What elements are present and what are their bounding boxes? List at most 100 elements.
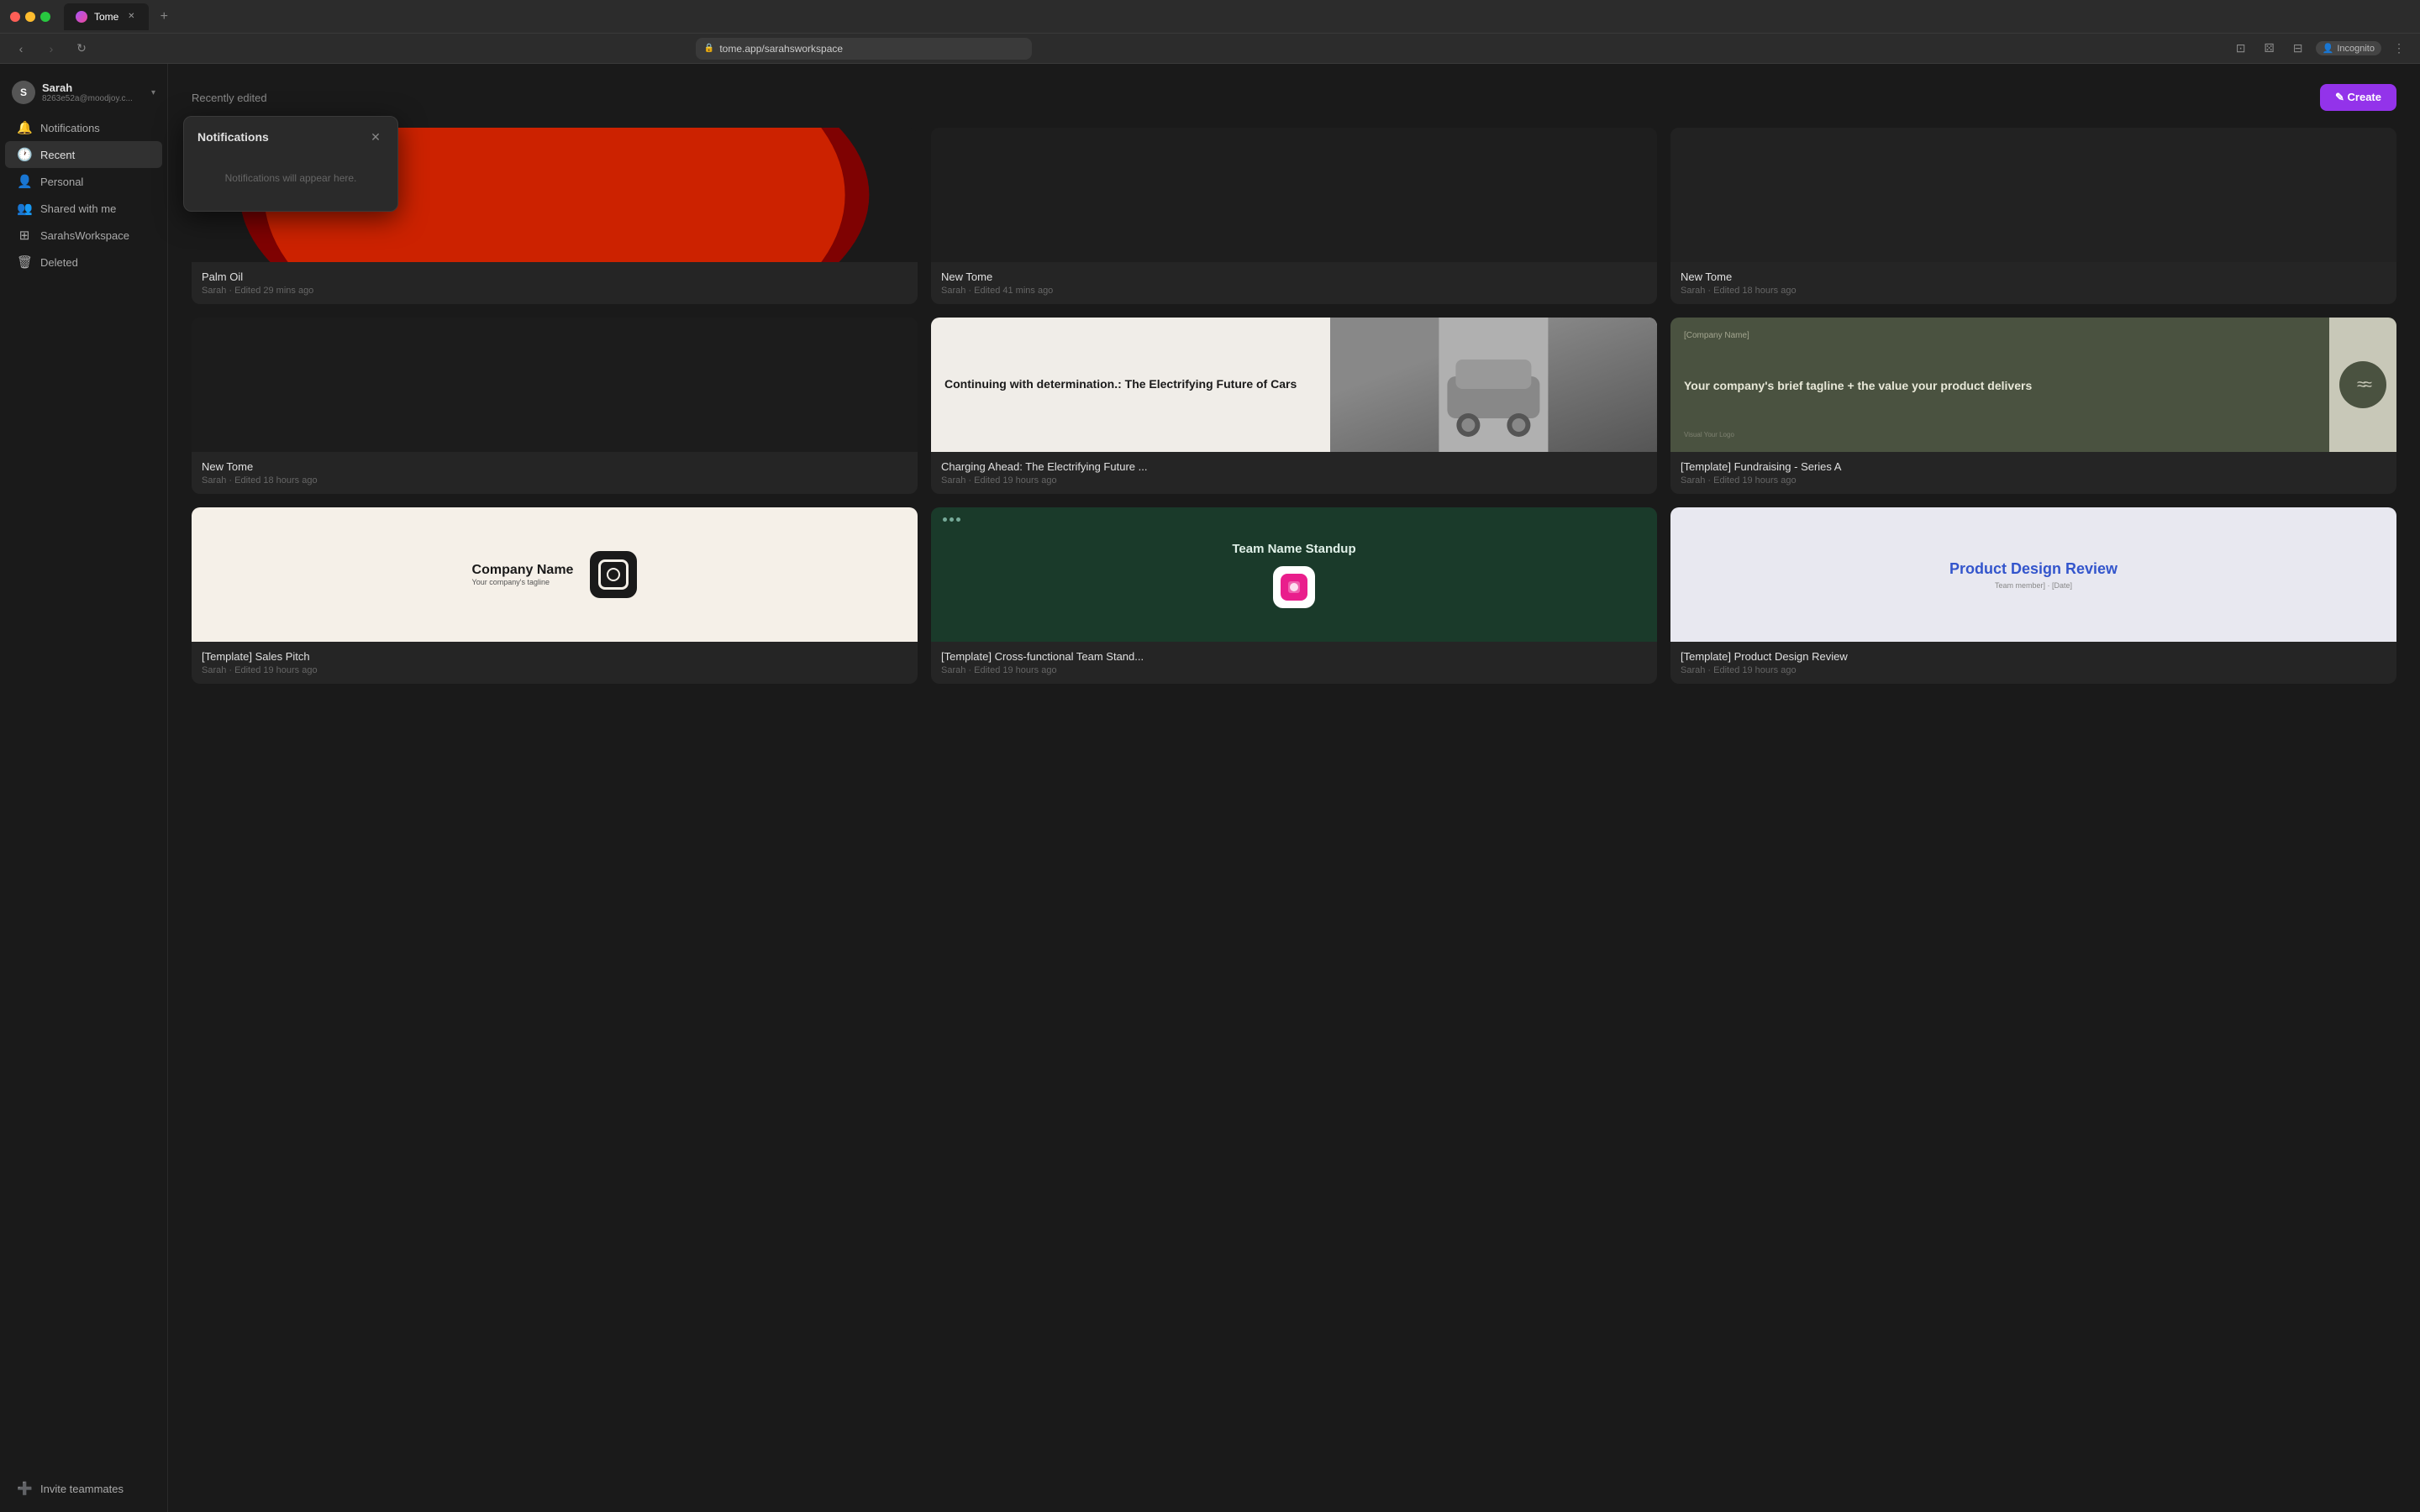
browser-chrome: Tome ✕ +	[0, 0, 2420, 34]
charging-image	[1330, 318, 1657, 452]
sidebar-item-invite[interactable]: ➕ Invite teammates	[5, 1475, 162, 1502]
profile-icon: 👤	[2323, 43, 2334, 54]
card-design-review[interactable]: Product Design Review Team member] · [Da…	[1670, 507, 2396, 684]
cast-icon[interactable]: ⊡	[2230, 38, 2252, 60]
sidebar-item-label: Notifications	[40, 122, 100, 134]
address-text: tome.app/sarahsworkspace	[719, 43, 843, 55]
card-meta: [Template] Product Design Review Sarah ·…	[1670, 642, 2396, 684]
card-meta: Palm Oil Sarah · Edited 29 mins ago	[192, 262, 918, 304]
clock-icon: 🕐	[17, 147, 32, 162]
address-bar[interactable]: 🔒 tome.app/sarahsworkspace	[696, 38, 1032, 60]
tab-favicon	[76, 11, 87, 23]
tab-bar: Tome ✕ +	[64, 3, 2410, 30]
notifications-popup: Notifications ✕ Notifications will appea…	[183, 116, 398, 212]
trash-icon: 🗑	[17, 255, 32, 270]
sales-logo-box	[590, 551, 637, 598]
back-button[interactable]: ‹	[10, 38, 32, 60]
card-fundraising[interactable]: [Company Name] Your company's brief tagl…	[1670, 318, 2396, 494]
design-review-content: Product Design Review Team member] · [Da…	[1949, 560, 2118, 590]
close-button[interactable]	[10, 12, 20, 22]
card-new-tome-1[interactable]: New Tome Sarah · Edited 41 mins ago	[931, 128, 1657, 304]
sidebar-bottom: ➕ Invite teammates	[0, 1475, 167, 1502]
sales-logo-inner	[598, 559, 629, 590]
tab-title: Tome	[94, 11, 118, 23]
card-meta: [Template] Cross-functional Team Stand..…	[931, 642, 1657, 684]
card-meta: New Tome Sarah · Edited 18 hours ago	[192, 452, 918, 494]
card-subtitle: Sarah · Edited 19 hours ago	[941, 665, 1647, 675]
bell-icon: 🔔	[17, 120, 32, 135]
sidebar-item-personal[interactable]: 👤 Personal	[5, 168, 162, 195]
new-tab-button[interactable]: +	[152, 5, 176, 29]
fundraising-left: [Company Name] Your company's brief tagl…	[1670, 318, 2329, 452]
cards-grid: Palm Oil Sarah · Edited 29 mins ago New …	[192, 128, 2396, 684]
card-meta: New Tome Sarah · Edited 18 hours ago	[1670, 262, 2396, 304]
circle-decoration	[2339, 361, 2386, 408]
card-title: New Tome	[202, 460, 908, 473]
notifications-body: Notifications will appear here.	[184, 154, 397, 211]
tab-close-button[interactable]: ✕	[125, 11, 137, 23]
forward-button[interactable]: ›	[40, 38, 62, 60]
card-title: New Tome	[1681, 270, 2386, 283]
card-title: Palm Oil	[202, 270, 908, 283]
card-title: Charging Ahead: The Electrifying Future …	[941, 460, 1647, 473]
user-info: Sarah 8263e52a@moodjoy.c...	[42, 81, 145, 103]
person-plus-icon: ➕	[17, 1481, 32, 1496]
split-icon[interactable]: ⊟	[2287, 38, 2309, 60]
sidebar-item-shared[interactable]: 👥 Shared with me	[5, 195, 162, 222]
notifications-close-button[interactable]: ✕	[367, 129, 384, 145]
menu-icon[interactable]: ⋮	[2388, 38, 2410, 60]
card-thumbnail: Team Name Standup	[931, 507, 1657, 642]
card-title: [Template] Fundraising - Series A	[1681, 460, 2386, 473]
card-new-tome-2[interactable]: New Tome Sarah · Edited 18 hours ago	[1670, 128, 2396, 304]
main-content: Recently edited ✎ Create Palm Oil Sarah …	[168, 64, 2420, 1512]
notifications-title: Notifications	[197, 130, 269, 144]
card-subtitle: Sarah · Edited 19 hours ago	[202, 665, 908, 675]
chevron-down-icon: ▾	[151, 88, 155, 97]
avatar: S	[12, 81, 35, 104]
create-button[interactable]: ✎ Create	[2320, 84, 2396, 111]
sidebar-item-label: Deleted	[40, 256, 78, 269]
sidebar-item-label: Personal	[40, 176, 83, 188]
card-title: New Tome	[941, 270, 1647, 283]
charging-text: Continuing with determination.: The Elec…	[944, 376, 1297, 393]
nav-right: ⊡ ⚄ ⊟ 👤 Incognito ⋮	[2230, 38, 2410, 60]
user-name: Sarah	[42, 81, 145, 94]
card-standup[interactable]: Team Name Standup [Template] Cross-funct…	[931, 507, 1657, 684]
user-section[interactable]: S Sarah 8263e52a@moodjoy.c... ▾	[0, 74, 167, 114]
card-title: [Template] Cross-functional Team Stand..…	[941, 650, 1647, 663]
fundraising-right	[2329, 318, 2396, 452]
card-charging[interactable]: Continuing with determination.: The Elec…	[931, 318, 1657, 494]
app-layout: S Sarah 8263e52a@moodjoy.c... ▾ 🔔 Notifi…	[0, 64, 2420, 1512]
card-subtitle: Sarah · Edited 19 hours ago	[1681, 665, 2386, 675]
reload-button[interactable]: ↻	[71, 38, 92, 60]
section-title: Recently edited	[192, 92, 267, 104]
card-thumbnail	[931, 128, 1657, 262]
incognito-label: Incognito	[2337, 44, 2375, 54]
card-sales-pitch[interactable]: Company Name Your company's tagline [Tem…	[192, 507, 918, 684]
sidebar-item-workspace[interactable]: ⊞ SarahsWorkspace	[5, 222, 162, 249]
tagline-text: Your company's brief tagline + the value…	[1684, 378, 2316, 394]
lock-icon: 🔒	[704, 44, 714, 53]
car-shape	[1330, 318, 1657, 452]
card-new-tome-3[interactable]: New Tome Sarah · Edited 18 hours ago	[192, 318, 918, 494]
maximize-button[interactable]	[40, 12, 50, 22]
visual-label: Visual Your Logo	[1684, 431, 2316, 438]
extension-icon[interactable]: ⚄	[2259, 38, 2281, 60]
card-meta: New Tome Sarah · Edited 41 mins ago	[931, 262, 1657, 304]
minimize-button[interactable]	[25, 12, 35, 22]
sidebar-item-notifications[interactable]: 🔔 Notifications	[5, 114, 162, 141]
sidebar-item-recent[interactable]: 🕐 Recent	[5, 141, 162, 168]
card-subtitle: Sarah · Edited 19 hours ago	[1681, 475, 2386, 486]
active-tab[interactable]: Tome ✕	[64, 3, 149, 30]
company-name: Company Name	[472, 563, 574, 578]
sidebar: S Sarah 8263e52a@moodjoy.c... ▾ 🔔 Notifi…	[0, 64, 168, 1512]
traffic-lights	[10, 12, 50, 22]
card-subtitle: Sarah · Edited 18 hours ago	[202, 475, 908, 486]
standup-icon	[1273, 566, 1315, 608]
standup-dots-row	[943, 517, 960, 522]
sidebar-item-deleted[interactable]: 🗑 Deleted	[5, 249, 162, 276]
company-tagline: Your company's tagline	[472, 578, 550, 586]
user-email: 8263e52a@moodjoy.c...	[42, 94, 145, 103]
design-review-title: Product Design Review	[1949, 560, 2118, 578]
card-thumbnail: Company Name Your company's tagline	[192, 507, 918, 642]
